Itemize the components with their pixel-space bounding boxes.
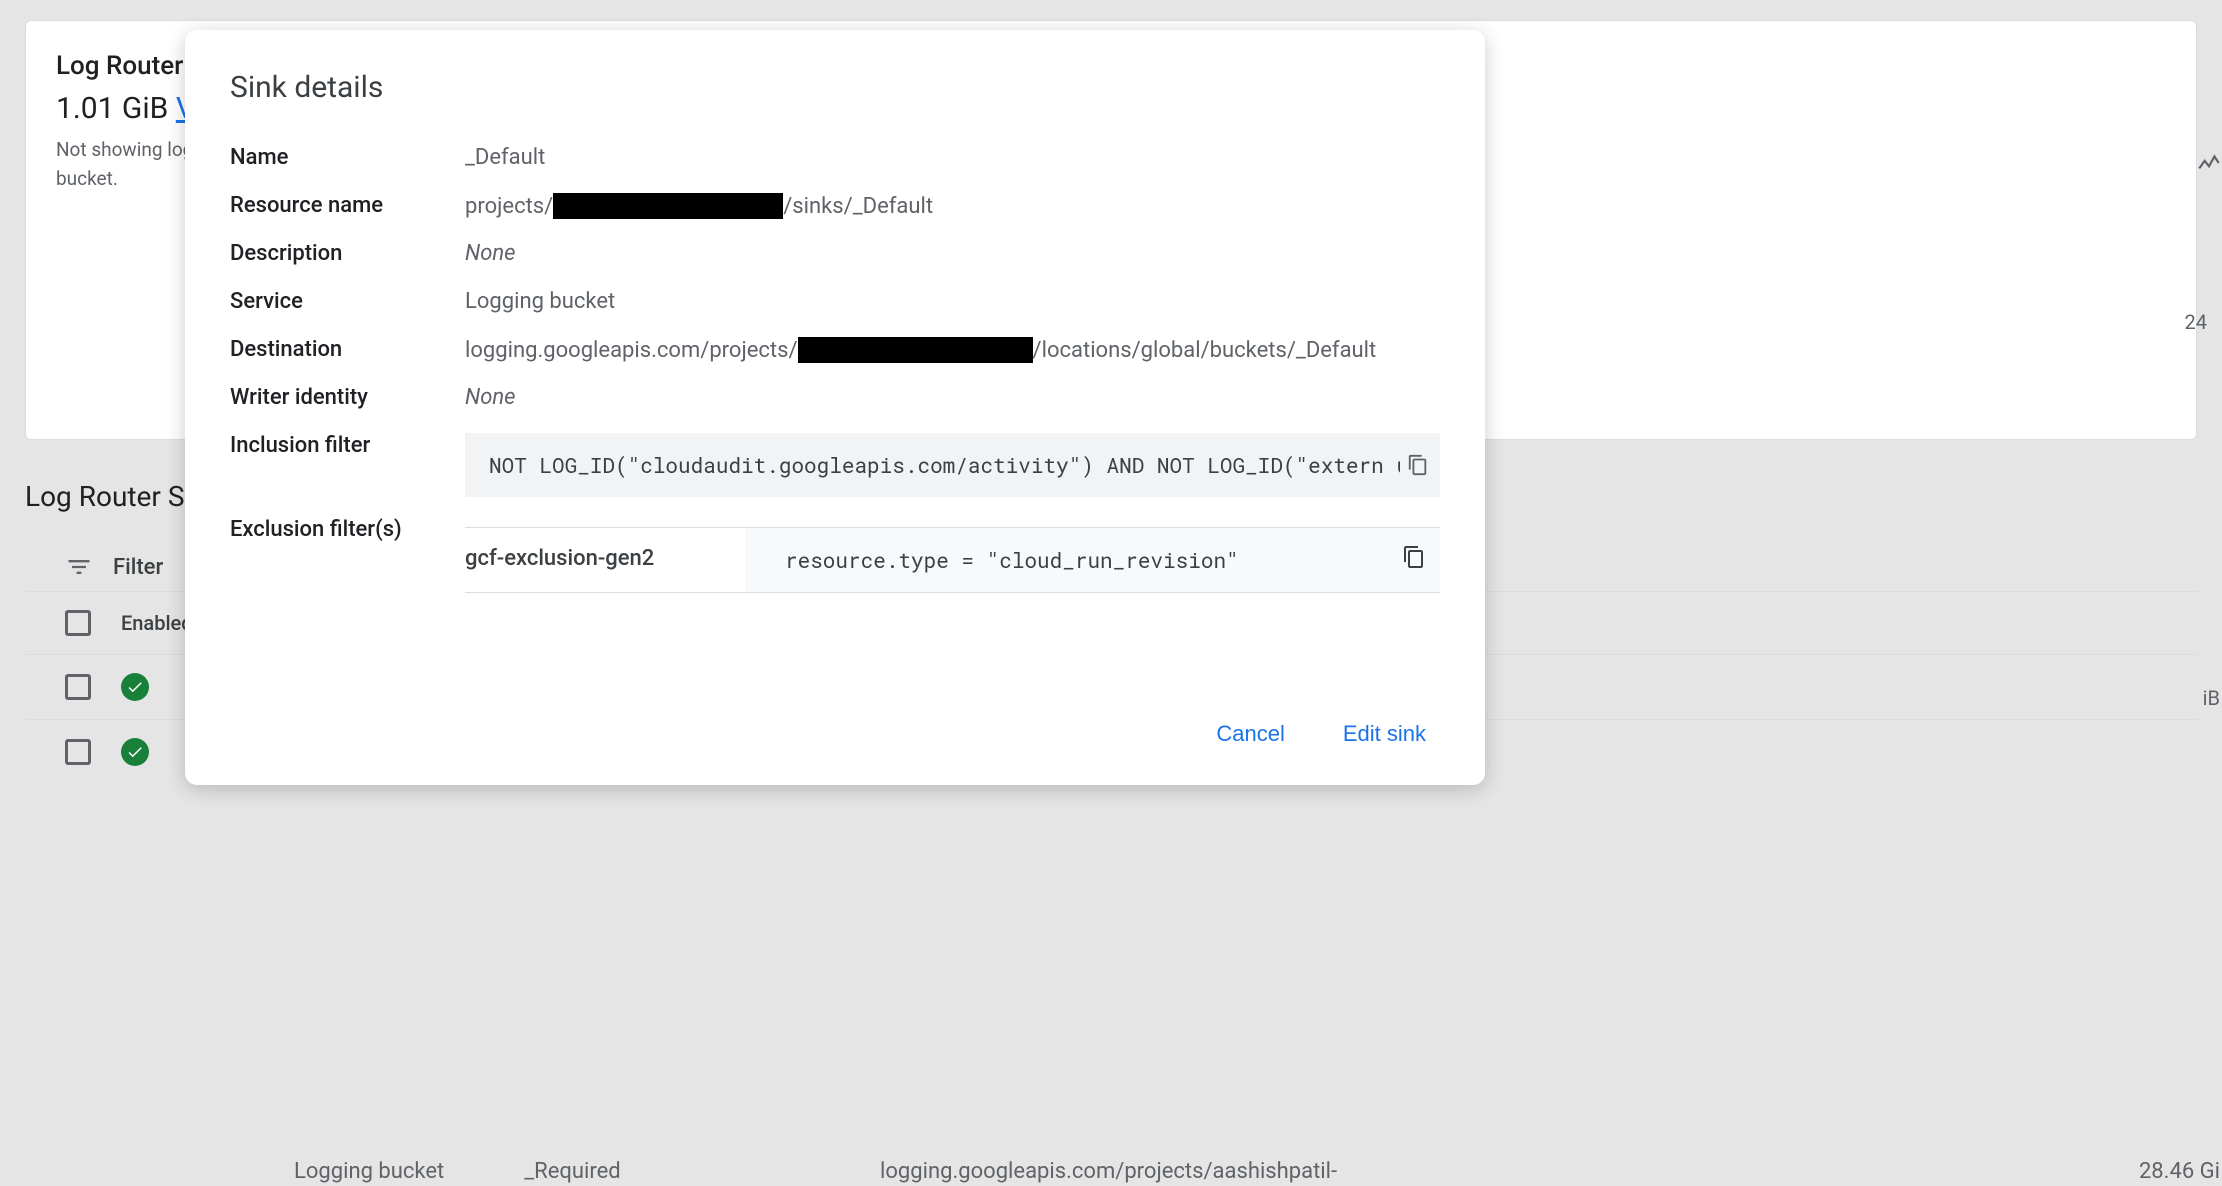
label-destination: Destination xyxy=(230,337,465,362)
cancel-button[interactable]: Cancel xyxy=(1212,713,1288,755)
copy-inclusion-button[interactable] xyxy=(1400,450,1430,480)
value-resource-name: projects/ /sinks/_Default xyxy=(465,193,1440,219)
exclusion-code-text: resource.type = "cloud_run_revision" xyxy=(785,546,1239,574)
row-writer-identity: Writer identity None xyxy=(230,385,1440,425)
sink-details-modal: Sink details Name _Default Resource name… xyxy=(185,30,1485,785)
redacted-block xyxy=(553,193,783,219)
label-resource-name: Resource name xyxy=(230,193,465,218)
resource-suffix: /sinks/_Default xyxy=(783,194,933,219)
row-service: Service Logging bucket xyxy=(230,289,1440,329)
modal-overlay: Sink details Name _Default Resource name… xyxy=(0,0,2222,1186)
exclusion-filter-code: resource.type = "cloud_run_revision" xyxy=(745,528,1440,592)
destination-prefix: logging.googleapis.com/projects/ xyxy=(465,338,798,363)
value-description: None xyxy=(465,241,1440,266)
value-name: _Default xyxy=(465,145,1440,170)
label-writer-identity: Writer identity xyxy=(230,385,465,410)
inclusion-filter-text: NOT LOG_ID("cloudaudit.googleapis.com/ac… xyxy=(489,451,1434,479)
label-exclusion-filters: Exclusion filter(s) xyxy=(230,517,465,542)
exclusion-filter-name: gcf-exclusion-gen2 xyxy=(465,528,745,592)
modal-actions: Cancel Edit sink xyxy=(230,713,1440,755)
edit-sink-button[interactable]: Edit sink xyxy=(1339,713,1430,755)
redacted-block xyxy=(798,337,1033,363)
exclusion-container: gcf-exclusion-gen2 resource.type = "clou… xyxy=(465,517,1440,593)
value-destination: logging.googleapis.com/projects/ /locatio… xyxy=(465,337,1440,363)
value-writer-identity: None xyxy=(465,385,1440,410)
row-resource-name: Resource name projects/ /sinks/_Default xyxy=(230,193,1440,233)
label-description: Description xyxy=(230,241,465,266)
resource-prefix: projects/ xyxy=(465,194,553,219)
value-service: Logging bucket xyxy=(465,289,1440,314)
copy-icon xyxy=(1407,454,1429,476)
row-inclusion-filter: Inclusion filter NOT LOG_ID("cloudaudit.… xyxy=(230,433,1440,497)
modal-title: Sink details xyxy=(230,70,1440,105)
row-exclusion-filters: Exclusion filter(s) gcf-exclusion-gen2 r… xyxy=(230,517,1440,593)
row-description: Description None xyxy=(230,241,1440,281)
label-service: Service xyxy=(230,289,465,314)
inclusion-filter-code: NOT LOG_ID("cloudaudit.googleapis.com/ac… xyxy=(465,433,1440,497)
copy-icon xyxy=(1402,545,1426,569)
label-inclusion-filter: Inclusion filter xyxy=(230,433,465,458)
exclusion-filter-row: gcf-exclusion-gen2 resource.type = "clou… xyxy=(465,527,1440,593)
copy-exclusion-button[interactable] xyxy=(1402,545,1426,575)
row-destination: Destination logging.googleapis.com/proje… xyxy=(230,337,1440,377)
row-name: Name _Default xyxy=(230,145,1440,185)
label-name: Name xyxy=(230,145,465,170)
destination-suffix: /locations/global/buckets/_Default xyxy=(1033,338,1377,363)
